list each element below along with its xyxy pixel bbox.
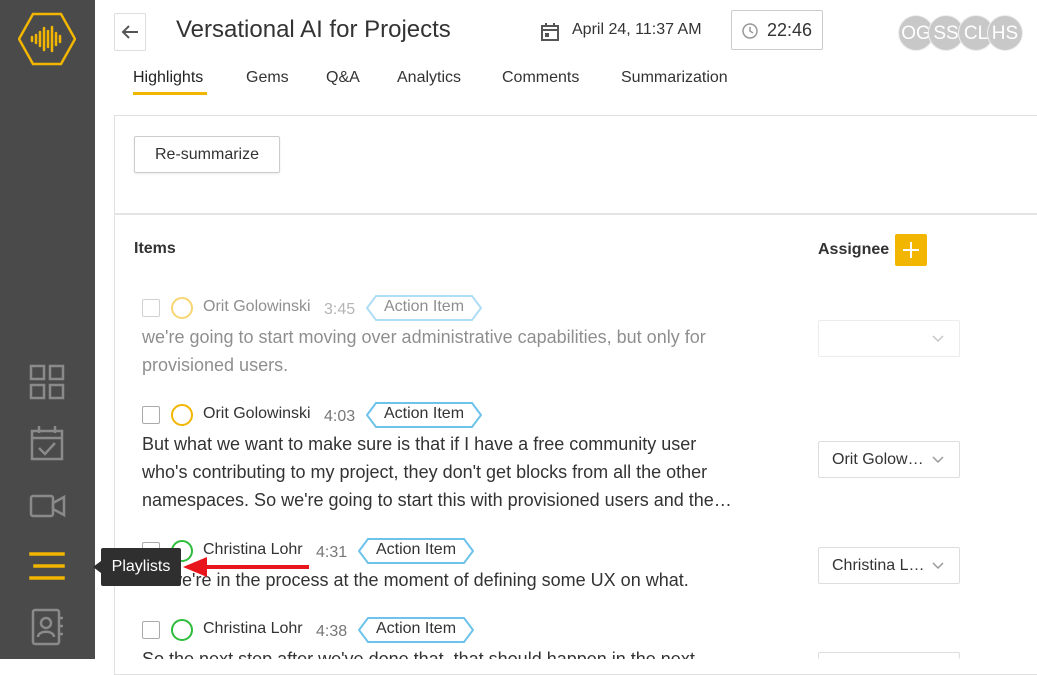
tab-highlights[interactable]: Highlights [133, 69, 203, 87]
active-tab-indicator [133, 92, 207, 95]
dashboard-grid-icon[interactable] [28, 363, 66, 401]
tag-label: Action Item [383, 405, 465, 422]
add-assignee-button[interactable] [895, 234, 927, 266]
status-circle-icon[interactable] [171, 404, 193, 426]
tab-gems[interactable]: Gems [246, 69, 289, 87]
playlists-menu-icon[interactable] [28, 548, 66, 586]
timestamp[interactable]: 4:03 [324, 408, 355, 426]
status-circle-icon[interactable] [171, 619, 193, 641]
video-camera-icon[interactable] [28, 487, 66, 525]
arrow-left-icon [121, 25, 138, 39]
calendar-check-icon[interactable] [28, 424, 66, 462]
clock-icon [742, 23, 758, 39]
chevron-down-icon [932, 456, 944, 464]
item-text: So the next step after we've done that, … [142, 649, 695, 659]
speaker-name[interactable]: Christina Lohr [203, 620, 303, 638]
items-header: Items [134, 240, 176, 257]
duration-display: 22:46 [731, 10, 823, 50]
item-checkbox[interactable] [142, 299, 160, 317]
sidebar [0, 0, 95, 659]
speaker-name[interactable]: Orit Golowinski [203, 298, 311, 316]
chevron-down-icon [932, 335, 944, 343]
speaker-name[interactable]: Orit Golowinski [203, 405, 311, 423]
tab-comments[interactable]: Comments [502, 69, 579, 87]
avatar[interactable]: HS [987, 15, 1023, 51]
tab-analytics[interactable]: Analytics [397, 69, 461, 87]
item-text: we're going to start moving over adminis… [142, 327, 706, 375]
back-button[interactable] [114, 13, 146, 51]
page-title: Versational AI for Projects [176, 16, 451, 43]
annotation-arrow-icon [183, 557, 309, 577]
tag-label: Action Item [383, 298, 465, 315]
timestamp[interactable]: 4:38 [316, 623, 347, 641]
timestamp[interactable]: 4:31 [316, 544, 347, 562]
assignee-select[interactable] [818, 320, 960, 357]
duration-value: 22:46 [767, 20, 813, 40]
divider [114, 213, 1037, 215]
action-item-tag: Action Item [358, 538, 474, 564]
item-checkbox[interactable] [142, 406, 160, 424]
assignee-value: Orit Golow… [832, 451, 924, 468]
tab-qa[interactable]: Q&A [326, 69, 360, 87]
timestamp[interactable]: 3:45 [324, 301, 355, 319]
meeting-date: April 24, 11:37 AM [572, 21, 702, 38]
chevron-down-icon [932, 562, 944, 570]
soundwave-hexagon-icon[interactable] [18, 10, 76, 68]
assignee-select[interactable]: Orit Golow… [818, 441, 960, 478]
action-item-tag: Action Item [358, 617, 474, 643]
assignee-header: Assignee [818, 241, 890, 258]
assignee-value: Christina L… [832, 557, 925, 574]
assignee-select[interactable]: Christina L… [818, 547, 960, 584]
tag-label: Action Item [375, 541, 457, 558]
sidebar-tooltip: Playlists [93, 548, 181, 586]
contacts-book-icon[interactable] [28, 608, 66, 646]
action-item-tag: Action Item [366, 402, 482, 428]
tab-summarization[interactable]: Summarization [621, 69, 728, 87]
action-item-tag: Action Item [366, 295, 482, 321]
resummarize-button[interactable]: Re-summarize [134, 136, 280, 173]
item-checkbox[interactable] [142, 621, 160, 639]
tag-label: Action Item [375, 620, 457, 637]
calendar-icon [541, 23, 559, 41]
item-text: But what we want to make sure is that if… [142, 434, 732, 510]
status-circle-icon[interactable] [171, 297, 193, 319]
assignee-select[interactable] [818, 652, 960, 659]
